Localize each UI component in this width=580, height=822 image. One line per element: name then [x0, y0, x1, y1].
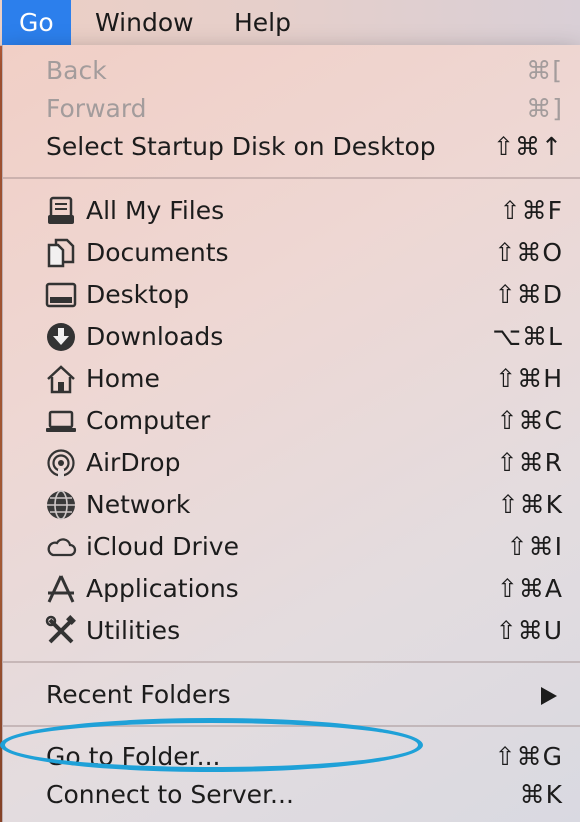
- desktop-icon: [45, 279, 77, 311]
- menu-item-label: Connect to Server...: [46, 780, 294, 809]
- menu-item-icloud-drive[interactable]: iCloud Drive ⇧⌘I: [3, 526, 580, 568]
- menu-item-downloads[interactable]: Downloads ⌥⌘L: [3, 316, 580, 358]
- menu-separator: [3, 725, 580, 727]
- menu-item-applications[interactable]: Applications ⇧⌘A: [3, 568, 580, 610]
- menu-item-all-my-files[interactable]: All My Files ⇧⌘F: [3, 190, 580, 232]
- menu-help[interactable]: Help: [217, 0, 308, 45]
- menu-item-label: Documents: [86, 238, 229, 267]
- menu-item-shortcut: ⇧⌘D: [494, 280, 563, 309]
- documents-icon: [45, 237, 77, 269]
- menu-item-airdrop[interactable]: AirDrop ⇧⌘R: [3, 442, 580, 484]
- applications-icon: [45, 573, 77, 605]
- menu-item-shortcut: ⇧⌘K: [497, 490, 563, 519]
- menu-item-shortcut: ⇧⌘G: [494, 742, 563, 771]
- menu-item-shortcut: ⌥⌘L: [492, 322, 563, 351]
- menu-item-shortcut: ⇧⌘F: [499, 196, 563, 225]
- menu-separator: [3, 661, 580, 663]
- menu-item-shortcut: ⇧⌘C: [496, 406, 563, 435]
- menu-item-label: Back: [46, 56, 107, 85]
- airdrop-icon: [45, 447, 77, 479]
- menu-item-select-startup-disk[interactable]: Select Startup Disk on Desktop ⇧⌘↑: [3, 126, 580, 168]
- menu-item-label: Recent Folders: [46, 680, 231, 709]
- menu-item-shortcut: ⇧⌘H: [495, 364, 563, 393]
- downloads-icon: [45, 321, 77, 353]
- go-menu-dropdown: Back ⌘[ Forward ⌘] Select Startup Disk o…: [2, 45, 580, 822]
- menu-item-label: iCloud Drive: [86, 532, 239, 561]
- menu-item-home[interactable]: Home ⇧⌘H: [3, 358, 580, 400]
- menu-separator: [3, 177, 580, 179]
- submenu-arrow-icon: [541, 687, 557, 705]
- menu-item-label: Downloads: [86, 322, 224, 351]
- menu-item-shortcut: ⇧⌘↑: [493, 132, 563, 161]
- menu-item-shortcut: ⇧⌘U: [495, 616, 563, 645]
- menu-item-label: Utilities: [86, 616, 181, 645]
- menu-item-utilities[interactable]: Utilities ⇧⌘U: [3, 610, 580, 652]
- menu-item-label: Forward: [46, 94, 147, 123]
- computer-icon: [45, 405, 77, 437]
- menu-item-connect-to-server[interactable]: Connect to Server... ⌘K: [3, 774, 580, 816]
- menu-item-shortcut: ⌘K: [519, 780, 563, 809]
- all-my-files-icon: [45, 195, 77, 227]
- menu-item-label: Desktop: [86, 280, 190, 309]
- menu-item-shortcut: ⇧⌘I: [506, 532, 563, 561]
- menu-item-label: Computer: [86, 406, 211, 435]
- menu-item-go-to-folder[interactable]: Go to Folder... ⇧⌘G: [3, 736, 580, 778]
- menu-item-shortcut: ⌘[: [526, 56, 563, 85]
- menu-item-label: Go to Folder...: [46, 742, 221, 771]
- menu-bar: Go Window Help: [0, 0, 580, 46]
- menu-item-label: All My Files: [86, 196, 225, 225]
- menu-window[interactable]: Window: [78, 0, 211, 45]
- menu-item-network[interactable]: Network ⇧⌘K: [3, 484, 580, 526]
- menu-item-shortcut: ⇧⌘O: [494, 238, 563, 267]
- menu-item-desktop[interactable]: Desktop ⇧⌘D: [3, 274, 580, 316]
- menu-item-shortcut: ⇧⌘R: [496, 448, 563, 477]
- home-icon: [45, 363, 77, 395]
- menu-item-label: Applications: [86, 574, 239, 603]
- menu-item-documents[interactable]: Documents ⇧⌘O: [3, 232, 580, 274]
- menu-go[interactable]: Go: [2, 0, 71, 45]
- menu-item-back[interactable]: Back ⌘[: [3, 50, 580, 92]
- menu-item-label: Home: [86, 364, 160, 393]
- menu-item-label: Select Startup Disk on Desktop: [46, 132, 436, 161]
- menu-item-computer[interactable]: Computer ⇧⌘C: [3, 400, 580, 442]
- menu-item-shortcut: ⌘]: [526, 94, 563, 123]
- menu-item-forward[interactable]: Forward ⌘]: [3, 88, 580, 130]
- icloud-icon: [45, 531, 77, 563]
- utilities-icon: [45, 615, 77, 647]
- menu-item-shortcut: ⇧⌘A: [496, 574, 563, 603]
- menu-item-label: Network: [86, 490, 191, 519]
- menu-item-label: AirDrop: [86, 448, 181, 477]
- menu-item-recent-folders[interactable]: Recent Folders: [3, 674, 580, 716]
- network-icon: [45, 489, 77, 521]
